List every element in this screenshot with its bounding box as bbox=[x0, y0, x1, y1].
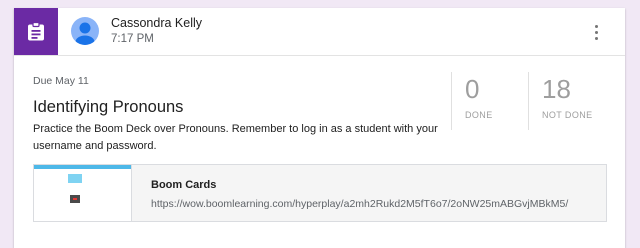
done-count: 0 bbox=[465, 74, 480, 104]
avatar[interactable] bbox=[71, 17, 99, 45]
assignment-icon bbox=[28, 22, 44, 41]
attachment-url: https://wow.boomlearning.com/hyperplay/a… bbox=[151, 198, 569, 210]
post-time: 7:17 PM bbox=[111, 33, 154, 45]
attachment-thumbnail bbox=[34, 165, 132, 221]
stats-divider bbox=[528, 72, 529, 130]
due-date: Due May 11 bbox=[33, 75, 89, 87]
person-icon bbox=[75, 22, 95, 45]
not-done-count: 18 bbox=[542, 74, 571, 104]
attachment-title: Boom Cards bbox=[151, 179, 217, 191]
assignment-type-badge bbox=[14, 8, 58, 55]
not-done-stat[interactable]: 18 NOT DONE bbox=[542, 74, 593, 120]
post-header: Cassondra Kelly 7:17 PM bbox=[14, 8, 625, 56]
assignment-card: Cassondra Kelly 7:17 PM Due May 11 Ident… bbox=[14, 8, 625, 248]
done-label: DONE bbox=[465, 110, 493, 120]
assignment-title[interactable]: Identifying Pronouns bbox=[33, 98, 183, 117]
stats-divider bbox=[451, 72, 452, 130]
done-stat[interactable]: 0 DONE bbox=[465, 74, 493, 120]
more-options-button[interactable] bbox=[589, 22, 605, 42]
attachment-link[interactable]: Boom Cards https://wow.boomlearning.com/… bbox=[33, 164, 607, 222]
author-name[interactable]: Cassondra Kelly bbox=[111, 16, 202, 30]
assignment-description: Practice the Boom Deck over Pronouns. Re… bbox=[33, 123, 438, 152]
not-done-label: NOT DONE bbox=[542, 110, 593, 120]
